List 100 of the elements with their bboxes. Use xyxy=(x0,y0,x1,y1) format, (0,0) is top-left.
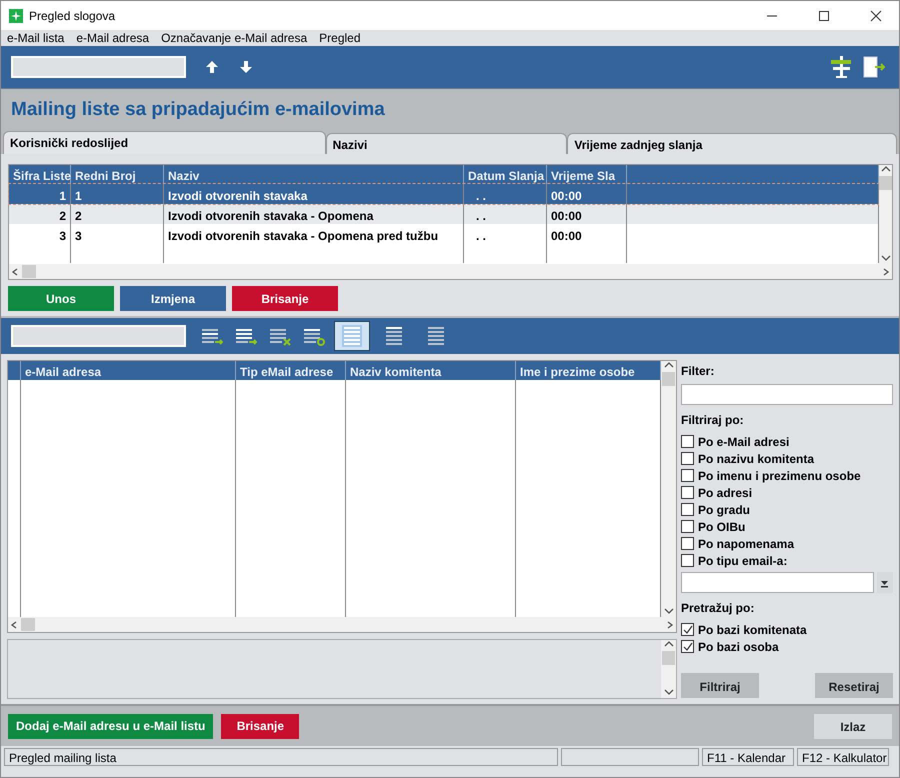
column-header[interactable]: Šifra Liste xyxy=(9,165,71,184)
tab[interactable]: Korisnički redoslijed xyxy=(3,131,326,154)
scroll-thumb[interactable] xyxy=(879,176,892,190)
column-header[interactable]: Ime i prezime osobe xyxy=(516,361,661,380)
table-cell: 2 xyxy=(71,204,164,224)
checkbox-label[interactable]: Po bazi komitenata xyxy=(698,620,807,638)
list-refresh-list-icon xyxy=(303,326,325,346)
list-view-icon xyxy=(384,325,404,347)
search-field[interactable] xyxy=(11,56,186,78)
checkbox-label[interactable]: Po imenu i prezimenu osobe xyxy=(698,466,861,484)
menu-item[interactable]: e-Mail adresa xyxy=(76,29,150,47)
filter-field[interactable] xyxy=(681,384,893,405)
scroll-thumb[interactable] xyxy=(662,372,675,386)
scroll-down-icon[interactable] xyxy=(880,253,890,262)
column-header[interactable]: e-Mail adresa xyxy=(21,361,236,380)
scrollbar[interactable] xyxy=(879,165,892,264)
list-add-rows-icon xyxy=(235,326,257,346)
column-header[interactable]: Naziv komitenta xyxy=(346,361,516,380)
column-header[interactable]: Naziv xyxy=(164,165,464,184)
view-mode-button[interactable] xyxy=(334,321,370,351)
table-cell: 00:00 xyxy=(547,204,627,224)
filter-button[interactable]: Filtriraj xyxy=(681,673,759,698)
column-header[interactable]: Redni Broj xyxy=(71,165,164,184)
table-cell: 3 xyxy=(9,224,71,244)
table-cell: 1 xyxy=(9,184,71,204)
tab[interactable]: Vrijeme zadnjeg slanja xyxy=(567,133,897,154)
checkbox[interactable] xyxy=(681,486,694,499)
scroll-thumb[interactable] xyxy=(21,618,35,631)
window-title: Pregled slogova xyxy=(29,8,116,24)
scrollbar[interactable] xyxy=(9,264,892,279)
scroll-right-icon[interactable] xyxy=(666,620,674,630)
status-text: F11 - Kalendar xyxy=(702,748,794,766)
checkbox[interactable] xyxy=(681,503,694,516)
table-cell: Izvodi otvorenih stavaka xyxy=(164,184,464,204)
table-cell: Izvodi otvorenih stavaka - Opomena xyxy=(164,204,464,224)
scroll-down-icon[interactable] xyxy=(664,606,674,615)
checkbox-label[interactable]: Po nazivu komitenta xyxy=(698,450,814,468)
filter-by-label: Filtriraj po: xyxy=(681,412,745,429)
scrollbar[interactable] xyxy=(8,617,676,632)
type-field[interactable] xyxy=(681,572,874,593)
column-header[interactable]: Tip eMail adrese xyxy=(236,361,346,380)
checkbox[interactable] xyxy=(681,435,694,448)
tab[interactable]: Nazivi xyxy=(326,133,568,154)
checkbox-label[interactable]: Po e-Mail adresi xyxy=(698,432,790,450)
checkbox[interactable] xyxy=(681,554,694,567)
list-remove-row-icon xyxy=(269,326,291,346)
signpost-icon xyxy=(830,55,852,79)
checkbox-label[interactable]: Po bazi osoba xyxy=(698,638,779,656)
dropdown-button[interactable] xyxy=(876,572,893,593)
table-cell: 2 xyxy=(9,204,71,224)
table-cell: Izvodi otvorenih stavaka - Opomena pred tužbu xyxy=(164,224,464,244)
checkbox[interactable] xyxy=(681,452,694,465)
table-cell: . . xyxy=(464,224,547,244)
scroll-right-icon[interactable] xyxy=(882,266,890,276)
maximize-icon xyxy=(818,10,830,22)
column-header xyxy=(8,361,21,380)
column-header[interactable]: Datum Slanja xyxy=(464,165,547,184)
checkbox-label[interactable]: Po tipu email-a: xyxy=(698,552,788,570)
exit-button[interactable]: Izlaz xyxy=(814,714,892,738)
app-icon xyxy=(9,8,23,22)
arrow-up-icon xyxy=(205,60,219,74)
status-text: Pregled mailing lista xyxy=(4,748,558,766)
menu-item[interactable]: Pregled xyxy=(319,29,361,47)
column-header[interactable]: Vrijeme Sla xyxy=(547,165,627,184)
search-field[interactable] xyxy=(11,325,186,347)
scroll-left-icon[interactable] xyxy=(10,620,18,630)
table-cell: 00:00 xyxy=(547,224,627,244)
action-button[interactable]: Brisanje xyxy=(232,286,338,311)
scroll-left-icon[interactable] xyxy=(11,266,19,276)
scroll-up-icon[interactable] xyxy=(664,361,674,370)
checkbox[interactable] xyxy=(681,537,694,550)
scroll-thumb[interactable] xyxy=(22,265,36,278)
menu-item[interactable]: Označavanje e-Mail adresa xyxy=(161,29,308,47)
list-view-icon xyxy=(426,325,446,347)
checkbox-label[interactable]: Po gradu xyxy=(698,500,750,518)
filter-button[interactable]: Resetiraj xyxy=(815,673,893,698)
checkbox[interactable] xyxy=(681,623,694,636)
menu-item[interactable]: e-Mail lista xyxy=(7,29,64,47)
filter-label: Filter: xyxy=(681,363,716,380)
status-text: F12 - Kalkulator xyxy=(797,748,889,766)
checkbox[interactable] xyxy=(681,469,694,482)
checkbox[interactable] xyxy=(681,520,694,533)
scroll-up-icon[interactable] xyxy=(880,165,890,174)
table-cell: 1 xyxy=(71,184,164,204)
action-button[interactable]: Dodaj e-Mail adresu u e-Mail listu xyxy=(8,714,214,738)
arrow-down-icon xyxy=(239,60,253,74)
action-button[interactable]: Brisanje xyxy=(221,714,300,738)
page-heading: Mailing liste sa pripadajućim e-mailovima xyxy=(11,98,385,122)
checkbox-label[interactable]: Po adresi xyxy=(698,484,752,502)
table-cell: 00:00 xyxy=(547,184,627,204)
table-cell: . . xyxy=(464,184,547,204)
scrollbar[interactable] xyxy=(661,361,676,617)
table-cell: . . xyxy=(464,204,547,224)
checkbox-label[interactable]: Po napomenama xyxy=(698,534,794,552)
checkbox-label[interactable]: Po OIBu xyxy=(698,518,746,536)
search-by-label: Pretražuj po: xyxy=(681,600,756,617)
exit-door-icon xyxy=(863,56,887,78)
action-button[interactable]: Unos xyxy=(8,286,114,311)
action-button[interactable]: Izmjena xyxy=(120,286,226,311)
checkbox[interactable] xyxy=(681,640,694,653)
